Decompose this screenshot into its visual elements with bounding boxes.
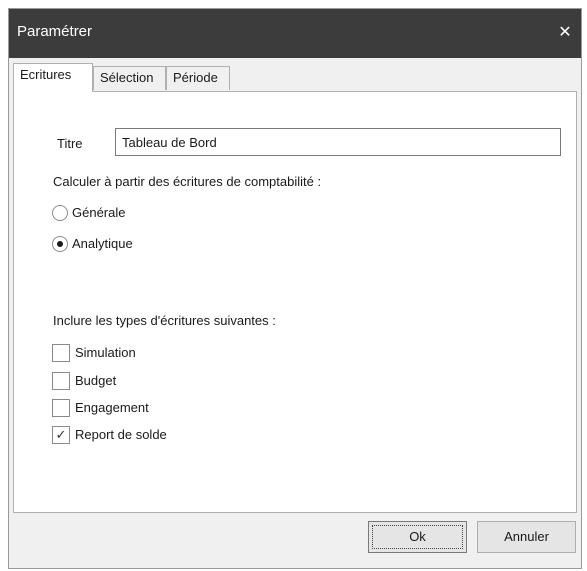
checkbox-report-de-solde[interactable]: ✓ Report de solde — [52, 426, 202, 446]
radio-analytique[interactable]: Analytique — [52, 235, 172, 255]
calcul-heading: Calculer à partir des écritures de compt… — [53, 174, 322, 189]
titre-label: Titre — [57, 136, 83, 151]
ok-button[interactable]: Ok — [368, 521, 467, 553]
checkbox-simulation[interactable]: Simulation — [52, 344, 182, 364]
title-bar: Paramétrer ✕ — [9, 9, 581, 58]
checkbox-engagement-box[interactable] — [52, 399, 70, 417]
radio-generale-label: Générale — [72, 205, 126, 220]
checkbox-simulation-label: Simulation — [75, 345, 136, 360]
checkbox-budget[interactable]: Budget — [52, 372, 162, 392]
radio-analytique-label: Analytique — [72, 236, 133, 251]
checkbox-budget-box[interactable] — [52, 372, 70, 390]
checkbox-budget-label: Budget — [75, 373, 117, 388]
radio-generale-circle[interactable] — [52, 205, 68, 221]
radio-generale[interactable]: Générale — [52, 204, 162, 224]
close-icon[interactable]: ✕ — [553, 21, 577, 45]
tab-ecritures[interactable]: Ecritures — [13, 63, 93, 92]
radio-analytique-circle[interactable] — [52, 236, 68, 252]
types-heading: Inclure les types d'écritures suivantes … — [53, 313, 276, 328]
radio-dot-icon — [57, 241, 63, 247]
focus-rectangle — [372, 525, 463, 549]
checkmark-icon: ✓ — [55, 427, 67, 442]
parametrer-dialog: Paramétrer ✕ Ecritures Sélection Période… — [8, 8, 582, 569]
checkbox-report-de-solde-box[interactable]: ✓ — [52, 426, 70, 444]
tab-selection[interactable]: Sélection — [93, 66, 166, 90]
cancel-button[interactable]: Annuler — [477, 521, 576, 553]
dialog-title: Paramétrer — [17, 23, 93, 40]
titre-input[interactable] — [115, 128, 561, 156]
ecritures-panel: Titre Calculer à partir des écritures de… — [13, 91, 577, 513]
tab-periode[interactable]: Période — [166, 66, 230, 90]
checkbox-report-de-solde-label: Report de solde — [75, 427, 167, 442]
checkbox-engagement-label: Engagement — [75, 400, 149, 415]
checkbox-engagement[interactable]: Engagement — [52, 399, 182, 419]
checkbox-simulation-box[interactable] — [52, 344, 70, 362]
